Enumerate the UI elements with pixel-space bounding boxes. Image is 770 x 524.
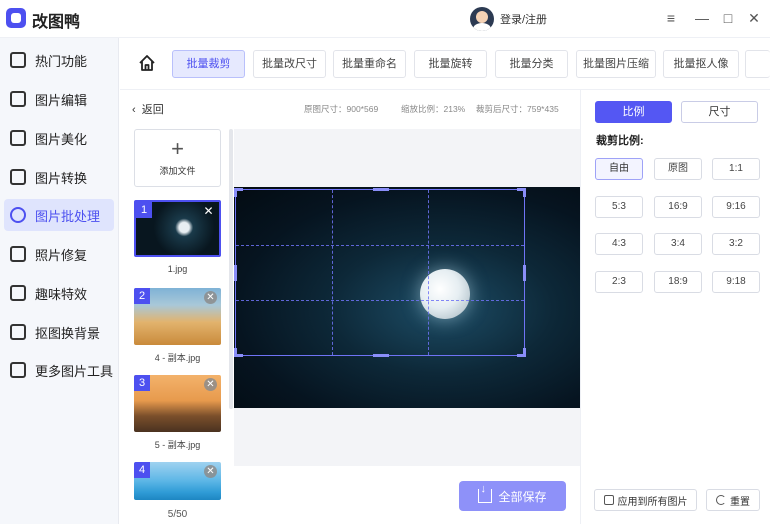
tab-overflow[interactable] [745, 50, 770, 78]
image-convert-icon [10, 169, 26, 185]
crop-frame[interactable] [234, 188, 526, 357]
ratio-free[interactable]: 自由 [595, 158, 643, 180]
ratio-4-3[interactable]: 4:3 [595, 233, 643, 255]
original-size: 原图尺寸：900*569 [304, 104, 379, 114]
plus-icon: + [171, 136, 184, 161]
grid-line [236, 300, 524, 301]
sidebar-item-cutout[interactable]: 抠图换背景 [4, 316, 114, 348]
crop-handle-top[interactable] [373, 188, 389, 191]
menu-icon[interactable]: ≡ [661, 8, 681, 28]
sidebar-item-image-edit[interactable]: 图片编辑 [4, 83, 114, 115]
image-beautify-icon [10, 130, 26, 146]
sidebar-item-hot[interactable]: 热门功能 [4, 44, 114, 76]
sidebar-item-photo-repair[interactable]: 照片修复 [4, 238, 114, 270]
flame-icon [10, 52, 26, 68]
reset-button[interactable]: 重置 [706, 489, 760, 511]
maximize-icon[interactable]: □ [718, 8, 738, 28]
sidebar: 热门功能 图片编辑 图片美化 图片转换 图片批处理 照片修复 趣味特效 抠图换背… [0, 38, 119, 524]
app-title: 改图鸭 [32, 14, 81, 31]
crop-handle-right[interactable] [523, 265, 526, 281]
mode-ratio-button[interactable]: 比例 [595, 101, 672, 123]
crop-handle-top-right[interactable] [517, 188, 526, 197]
thumbnail-caption: 1.jpg [167, 264, 188, 274]
crop-handle-top-left[interactable] [234, 188, 243, 197]
ratio-5-3[interactable]: 5:3 [595, 196, 643, 218]
ratio-16-9[interactable]: 16:9 [654, 196, 702, 218]
title-bar: 改图鸭 登录/注册 ≡ — □ ✕ [0, 0, 770, 38]
ratio-3-2[interactable]: 3:2 [712, 233, 760, 255]
close-icon[interactable]: ✕ [204, 465, 217, 478]
tab-batch-portrait[interactable]: 批量抠人像 [663, 50, 739, 78]
crop-handle-bottom[interactable] [373, 354, 389, 357]
thumbnail-4[interactable]: 4 ✕ [134, 462, 221, 500]
sidebar-item-image-beautify[interactable]: 图片美化 [4, 122, 114, 154]
thumbnail-2[interactable]: 2 ✕ [134, 288, 221, 345]
toolbox-icon [10, 362, 26, 378]
add-file-button[interactable]: + 添加文件 [134, 129, 221, 187]
tab-batch-crop[interactable]: 批量裁剪 [172, 50, 245, 78]
chevron-left-icon: ‹ [132, 104, 142, 116]
close-icon[interactable]: ✕ [744, 8, 764, 28]
app-logo-icon [6, 8, 26, 28]
batch-icon [10, 207, 26, 223]
tab-batch-compress[interactable]: 批量图片压缩 [576, 50, 656, 78]
thumbnail-3[interactable]: 3 ✕ [134, 375, 221, 432]
magic-icon [10, 285, 26, 301]
ratio-1-1[interactable]: 1:1 [712, 158, 760, 180]
thumbnail-1[interactable]: 1 ✕ [134, 200, 221, 257]
grid-line [236, 245, 524, 246]
sidebar-item-fun-effects[interactable]: 趣味特效 [4, 277, 114, 309]
thumbnail-caption: 5 - 副本.jpg [154, 440, 201, 450]
tab-batch-rename[interactable]: 批量重命名 [333, 50, 406, 78]
sidebar-item-image-convert[interactable]: 图片转换 [4, 161, 114, 193]
photo-repair-icon [10, 246, 26, 262]
crop-handle-left[interactable] [234, 265, 237, 281]
file-list-scrollbar[interactable] [229, 129, 233, 409]
sidebar-item-more-tools[interactable]: 更多图片工具 [4, 354, 114, 386]
crop-ratio-title: 裁剪比例: [596, 135, 644, 147]
apply-to-all-button[interactable]: 应用到所有图片 [594, 489, 697, 511]
apply-icon [603, 495, 614, 505]
tab-batch-rotate[interactable]: 批量旋转 [414, 50, 487, 78]
close-icon[interactable]: ✕ [204, 378, 217, 391]
mode-size-button[interactable]: 尺寸 [681, 101, 758, 123]
ratio-9-18[interactable]: 9:18 [712, 271, 760, 293]
tab-bar: 批量裁剪 批量改尺寸 批量重命名 批量旋转 批量分类 批量图片压缩 批量抠人像 [120, 38, 770, 90]
refresh-icon [716, 495, 726, 505]
ratio-2-3[interactable]: 2:3 [595, 271, 643, 293]
close-icon[interactable]: ✕ [202, 205, 215, 218]
ratio-3-4[interactable]: 3:4 [654, 233, 702, 255]
cutout-icon [10, 324, 26, 340]
avatar[interactable] [470, 7, 494, 31]
back-button[interactable]: ‹ 返回 [132, 101, 164, 117]
crop-handle-bottom-right[interactable] [517, 348, 526, 357]
thumbnail-caption: 4 - 副本.jpg [154, 353, 201, 363]
image-edit-icon [10, 91, 26, 107]
grid-line [428, 190, 429, 355]
ratio-18-9[interactable]: 18:9 [654, 271, 702, 293]
crop-handle-bottom-left[interactable] [234, 348, 243, 357]
minimize-icon[interactable]: — [692, 8, 712, 28]
login-link[interactable]: 登录/注册 [500, 11, 547, 27]
tab-batch-resize[interactable]: 批量改尺寸 [253, 50, 326, 78]
file-counter: 5/50 [167, 509, 188, 520]
zoom-ratio: 缩放比例：213% [401, 104, 466, 114]
crop-settings-panel [580, 90, 770, 524]
close-icon[interactable]: ✕ [204, 291, 217, 304]
sidebar-item-batch[interactable]: 图片批处理 [4, 199, 114, 231]
info-row: ‹ 返回 原图尺寸：900*569 缩放比例：213% 裁剪后尺寸：759*43… [120, 96, 580, 120]
cropped-size: 裁剪后尺寸：759*435 [476, 104, 559, 114]
ratio-original[interactable]: 原图 [654, 158, 702, 180]
save-all-button[interactable]: 全部保存 [459, 481, 566, 511]
login-area[interactable]: 登录/注册 [470, 7, 547, 31]
download-icon [478, 483, 493, 503]
tab-batch-classify[interactable]: 批量分类 [495, 50, 568, 78]
grid-line [332, 190, 333, 355]
home-icon[interactable] [138, 54, 156, 72]
ratio-9-16[interactable]: 9:16 [712, 196, 760, 218]
